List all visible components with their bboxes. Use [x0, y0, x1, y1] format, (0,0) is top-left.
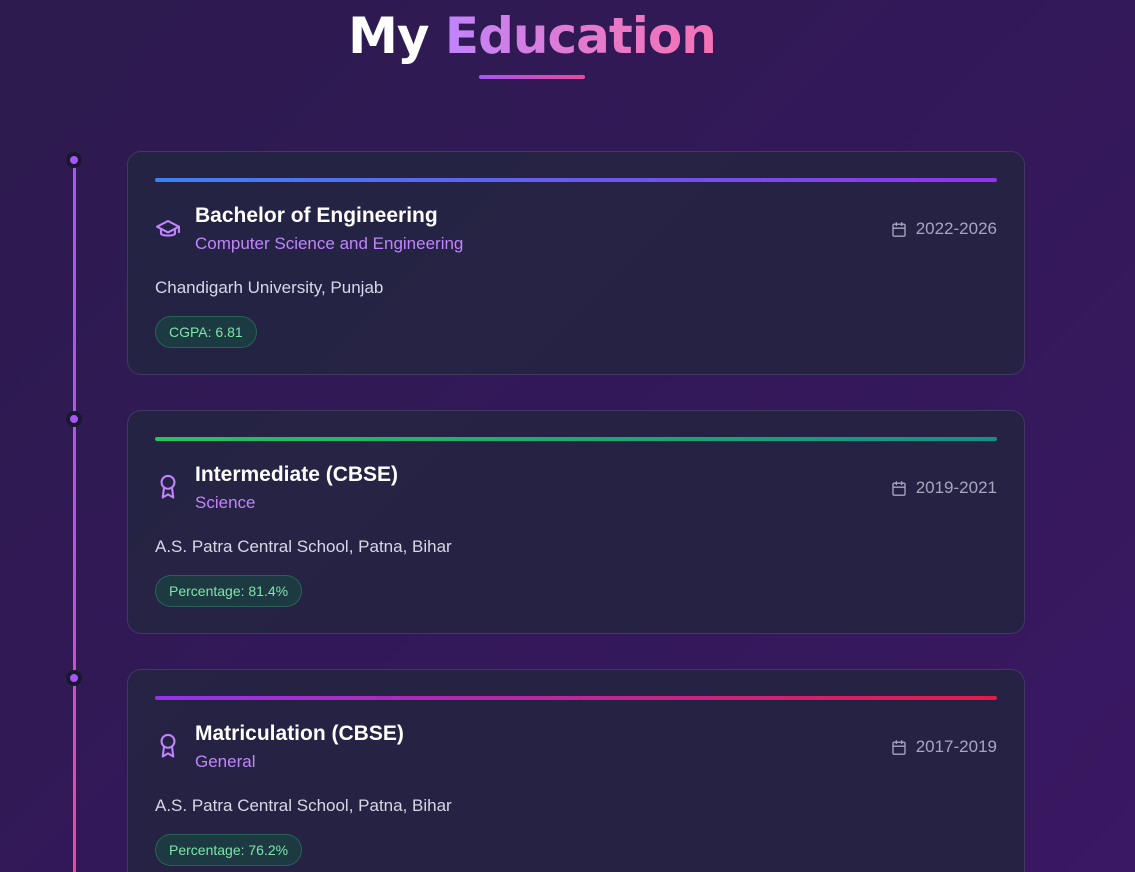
institution-name: A.S. Patra Central School, Patna, Bihar	[155, 537, 452, 556]
degree-field: Computer Science and Engineering	[195, 234, 464, 253]
date-text: 2022-2026	[915, 219, 997, 238]
timeline-dot	[66, 152, 82, 168]
date-text: 2017-2019	[915, 737, 997, 756]
award-icon	[154, 473, 182, 501]
score-badge: Percentage: 81.4%	[155, 575, 303, 607]
section-title: My Education	[0, 6, 1064, 66]
title-word-my: My	[348, 7, 429, 65]
title-underline	[479, 75, 585, 79]
title-word-education: Education	[444, 7, 717, 65]
award-icon	[154, 732, 182, 760]
degree-title: Matriculation (CBSE)	[195, 722, 404, 745]
education-card: Matriculation (CBSE) General 2017-2019 A…	[127, 669, 1025, 872]
timeline-line	[73, 160, 76, 872]
calendar-icon	[892, 739, 906, 755]
date-range: 2022-2026	[891, 219, 997, 239]
institution-name: Chandigarh University, Punjab	[155, 278, 384, 297]
card-accent-bar	[155, 178, 997, 182]
date-range: 2017-2019	[891, 737, 997, 757]
institution-name: A.S. Patra Central School, Patna, Bihar	[155, 796, 452, 815]
education-card: Intermediate (CBSE) Science 2019-2021 A.…	[127, 410, 1025, 634]
education-section: My Education Bachelor of Engineering Com…	[0, 0, 1135, 872]
date-text: 2019-2021	[915, 478, 997, 497]
degree-field: Science	[195, 493, 256, 512]
calendar-icon	[892, 480, 906, 496]
education-card: Bachelor of Engineering Computer Science…	[127, 151, 1025, 375]
graduation-cap-icon	[154, 214, 182, 242]
degree-field: General	[195, 752, 256, 771]
calendar-icon	[892, 221, 906, 237]
page-title: My Education	[0, 6, 1064, 66]
timeline-dot	[66, 411, 82, 427]
degree-title: Bachelor of Engineering	[195, 204, 438, 227]
date-range: 2019-2021	[891, 478, 997, 498]
card-accent-bar	[155, 437, 997, 441]
score-badge: CGPA: 6.81	[155, 316, 257, 348]
card-accent-bar	[155, 696, 997, 700]
degree-title: Intermediate (CBSE)	[195, 463, 399, 486]
score-badge: Percentage: 76.2%	[155, 834, 303, 866]
timeline-dot	[66, 670, 82, 686]
